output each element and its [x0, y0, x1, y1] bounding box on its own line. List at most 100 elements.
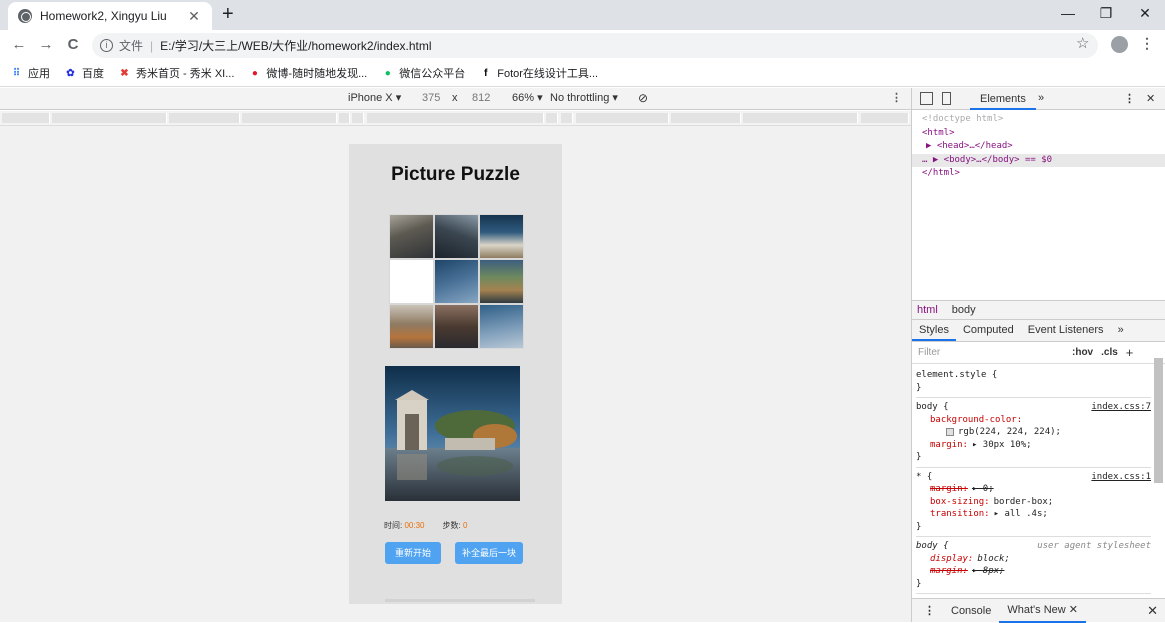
media-query-segment[interactable]: [367, 113, 544, 123]
device-more-icon[interactable]: ⋮: [891, 91, 902, 104]
rule-source-link[interactable]: index.css:1: [1091, 471, 1151, 484]
url-text[interactable]: E:/学习/大三上/WEB/大作业/homework2/index.html: [160, 37, 431, 54]
puzzle-piece[interactable]: [434, 259, 479, 304]
declaration-property: margin:: [930, 566, 968, 576]
viewport-width[interactable]: 375: [422, 88, 440, 109]
media-query-segment[interactable]: [2, 113, 50, 123]
media-query-segment[interactable]: [169, 113, 240, 123]
color-swatch-icon[interactable]: [946, 427, 954, 436]
tab-close-icon[interactable]: ✕: [186, 8, 202, 25]
style-declaration[interactable]: rgb(224, 224, 224);: [916, 426, 1151, 439]
tab-computed[interactable]: Computed: [956, 320, 1021, 341]
bookmark-item[interactable]: ⠿ 应用: [10, 65, 50, 81]
bookmark-item[interactable]: ✖ 秀米首页 - 秀米 XI...: [118, 65, 234, 81]
class-toggle[interactable]: .cls: [1101, 347, 1118, 358]
address-bar[interactable]: i 文件 | E:/学习/大三上/WEB/大作业/homework2/index…: [92, 33, 1098, 58]
dom-node[interactable]: <!doctype html>: [922, 113, 1165, 127]
style-declaration[interactable]: margin: ▸ 0;: [916, 483, 1151, 496]
breadcrumb-html[interactable]: html: [917, 304, 938, 316]
style-declaration[interactable]: margin: ▸ 30px 10%;: [916, 439, 1151, 452]
tab-event-listeners[interactable]: Event Listeners: [1021, 320, 1111, 341]
dom-node[interactable]: </html>: [922, 167, 1165, 181]
browser-tab[interactable]: Homework2, Xingyu Liu ✕: [8, 2, 212, 30]
puzzle-piece[interactable]: [389, 304, 434, 349]
protocol-label: 文件: [119, 39, 144, 53]
style-declaration[interactable]: transition: ▸ all .4s;: [916, 508, 1151, 521]
style-declaration[interactable]: display: block;: [916, 553, 1151, 566]
bookmark-item[interactable]: ● 微信公众平台: [381, 65, 466, 81]
media-query-segment[interactable]: [576, 113, 669, 123]
steps-label: 步数:: [442, 521, 461, 530]
style-declaration[interactable]: margin: ▸ 8px;: [916, 565, 1151, 578]
breadcrumb-body[interactable]: body: [952, 304, 976, 316]
restart-button[interactable]: 重新开始: [385, 542, 441, 564]
declaration-value: block;: [977, 553, 1010, 564]
style-rule: body {user agent stylesheet display: block…: [916, 537, 1151, 594]
back-icon[interactable]: ←: [8, 34, 30, 56]
puzzle-piece[interactable]: [389, 214, 434, 259]
puzzle-piece[interactable]: [479, 259, 524, 304]
tab-elements[interactable]: Elements: [970, 88, 1036, 110]
puzzle-piece[interactable]: [479, 214, 524, 259]
bookmark-label: 百度: [82, 68, 104, 80]
window-close-button[interactable]: ✕: [1125, 0, 1165, 28]
drawer-close-icon[interactable]: ✕: [1147, 603, 1158, 619]
more-style-tabs-icon[interactable]: »: [1111, 320, 1131, 341]
puzzle-piece[interactable]: [434, 304, 479, 349]
time-value: 00:30: [404, 521, 425, 530]
puzzle-piece[interactable]: [479, 304, 524, 349]
media-query-segment[interactable]: [861, 113, 909, 123]
media-query-segment[interactable]: [352, 113, 364, 123]
style-declaration[interactable]: background-color:: [916, 414, 1151, 427]
style-declaration[interactable]: box-sizing: border-box;: [916, 496, 1151, 509]
inspect-element-icon[interactable]: [920, 92, 933, 105]
throttling-select[interactable]: No throttling ▾: [550, 88, 618, 109]
device-toggle-icon[interactable]: [942, 92, 951, 105]
hover-state-toggle[interactable]: :hov: [1072, 347, 1093, 358]
bookmark-item[interactable]: ● 微博-随时随地发现...: [248, 65, 367, 81]
restore-button[interactable]: ❐: [1086, 0, 1126, 28]
dom-node[interactable]: <html>: [922, 127, 1165, 141]
bookmark-item[interactable]: ✿ 百度: [64, 65, 104, 81]
puzzle-piece[interactable]: [434, 214, 479, 259]
media-query-segment[interactable]: [546, 113, 558, 123]
new-rule-icon[interactable]: +: [1126, 345, 1134, 360]
minimize-button[interactable]: —: [1048, 0, 1088, 28]
reload-icon[interactable]: C: [62, 34, 84, 56]
bookmarks-bar: ⠿ 应用 ✿ 百度 ✖ 秀米首页 - 秀米 XI... ● 微博-随时随地发现... ● 微信公众…: [0, 60, 1165, 87]
zoom-select[interactable]: 66% ▾: [512, 88, 543, 109]
more-tabs-icon[interactable]: »: [1038, 92, 1044, 104]
dom-node[interactable]: ▶ <head>…</head>: [922, 140, 1165, 154]
new-tab-button[interactable]: +: [222, 4, 234, 24]
rotate-icon[interactable]: ⊘: [638, 88, 648, 109]
puzzle-empty-slot[interactable]: [389, 259, 434, 304]
rule-selector[interactable]: element.style {: [916, 369, 1151, 382]
devtools-close-icon[interactable]: ✕: [1146, 92, 1155, 105]
bookmark-item[interactable]: f Fotor在线设计工具...: [479, 65, 598, 81]
browser-menu-icon[interactable]: ⋮: [1140, 35, 1154, 52]
media-query-segment[interactable]: [242, 113, 337, 123]
dom-node[interactable]: … ▶ <body>…</body> == $0: [912, 153, 1165, 167]
styles-filter-input[interactable]: Filter: [918, 347, 1060, 358]
media-query-segment[interactable]: [671, 113, 741, 123]
styles-scrollbar[interactable]: [1154, 358, 1163, 483]
media-query-segment[interactable]: [561, 113, 573, 123]
media-query-segment[interactable]: [52, 113, 167, 123]
declaration-property: margin:: [930, 484, 968, 494]
rule-source-link[interactable]: index.css:7: [1091, 401, 1151, 414]
info-icon[interactable]: i: [100, 39, 113, 52]
profile-avatar[interactable]: [1111, 36, 1128, 53]
device-select[interactable]: iPhone X ▾: [348, 88, 401, 109]
drawer-menu-icon[interactable]: ⋮: [912, 604, 943, 617]
media-query-segment[interactable]: [743, 113, 858, 123]
bookmark-star-icon[interactable]: ☆: [1076, 34, 1089, 52]
tab-whats-new[interactable]: What's New ✕: [999, 599, 1086, 623]
media-query-segment[interactable]: [339, 113, 350, 123]
devtools-menu-icon[interactable]: ⋮: [1124, 92, 1135, 105]
viewport-height[interactable]: 812: [472, 88, 490, 109]
tab-console[interactable]: Console: [943, 600, 999, 622]
tab-styles[interactable]: Styles: [912, 320, 956, 341]
game-stats: 时间: 00:30 步数: 0: [384, 520, 467, 531]
forward-icon[interactable]: →: [35, 34, 57, 56]
finish-last-piece-button[interactable]: 补全最后一块: [455, 542, 523, 564]
